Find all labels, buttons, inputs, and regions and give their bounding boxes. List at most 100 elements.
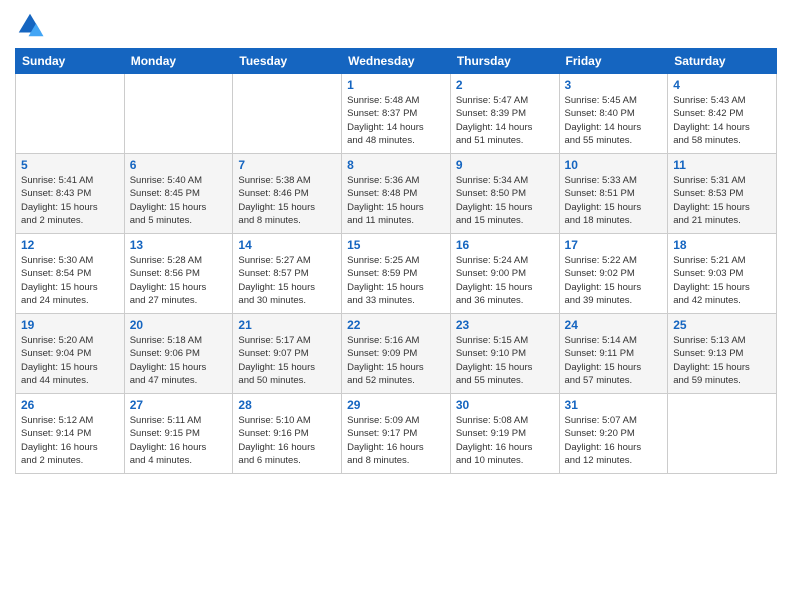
day-info: Sunrise: 5:07 AM Sunset: 9:20 PM Dayligh… [565,414,663,467]
logo-icon [15,10,45,40]
day-cell-5: 5 Sunrise: 5:41 AM Sunset: 8:43 PM Daylig… [16,154,125,234]
day-number: 22 [347,318,445,332]
day-info: Sunrise: 5:28 AM Sunset: 8:56 PM Dayligh… [130,254,228,307]
day-number: 7 [238,158,336,172]
day-cell-19: 19 Sunrise: 5:20 AM Sunset: 9:04 PM Dayli… [16,314,125,394]
day-number: 31 [565,398,663,412]
day-number: 19 [21,318,119,332]
empty-cell [233,74,342,154]
day-number: 20 [130,318,228,332]
day-cell-13: 13 Sunrise: 5:28 AM Sunset: 8:56 PM Dayli… [124,234,233,314]
day-cell-9: 9 Sunrise: 5:34 AM Sunset: 8:50 PM Daylig… [450,154,559,234]
header [15,10,777,40]
weekday-header-row: SundayMondayTuesdayWednesdayThursdayFrid… [16,49,777,74]
day-info: Sunrise: 5:24 AM Sunset: 9:00 PM Dayligh… [456,254,554,307]
day-info: Sunrise: 5:48 AM Sunset: 8:37 PM Dayligh… [347,94,445,147]
empty-cell [668,394,777,474]
weekday-header-wednesday: Wednesday [342,49,451,74]
day-cell-27: 27Sunrise: 5:11 AM Sunset: 9:15 PM Dayli… [124,394,233,474]
day-info: Sunrise: 5:30 AM Sunset: 8:54 PM Dayligh… [21,254,119,307]
day-cell-2: 2 Sunrise: 5:47 AM Sunset: 8:39 PM Daylig… [450,74,559,154]
day-number: 18 [673,238,771,252]
day-number: 26 [21,398,119,412]
day-number: 25 [673,318,771,332]
day-cell-17: 17 Sunrise: 5:22 AM Sunset: 9:02 PM Dayli… [559,234,668,314]
day-cell-16: 16 Sunrise: 5:24 AM Sunset: 9:00 PM Dayli… [450,234,559,314]
day-info: Sunrise: 5:12 AM Sunset: 9:14 PM Dayligh… [21,414,119,467]
day-info: Sunrise: 5:31 AM Sunset: 8:53 PM Dayligh… [673,174,771,227]
day-number: 24 [565,318,663,332]
day-cell-14: 14 Sunrise: 5:27 AM Sunset: 8:57 PM Dayli… [233,234,342,314]
day-number: 5 [21,158,119,172]
day-number: 3 [565,78,663,92]
page: SundayMondayTuesdayWednesdayThursdayFrid… [0,0,792,484]
day-cell-11: 11 Sunrise: 5:31 AM Sunset: 8:53 PM Dayli… [668,154,777,234]
day-number: 15 [347,238,445,252]
empty-cell [16,74,125,154]
day-info: Sunrise: 5:27 AM Sunset: 8:57 PM Dayligh… [238,254,336,307]
day-info: Sunrise: 5:33 AM Sunset: 8:51 PM Dayligh… [565,174,663,227]
day-info: Sunrise: 5:47 AM Sunset: 8:39 PM Dayligh… [456,94,554,147]
day-cell-24: 24Sunrise: 5:14 AM Sunset: 9:11 PM Dayli… [559,314,668,394]
day-info: Sunrise: 5:34 AM Sunset: 8:50 PM Dayligh… [456,174,554,227]
day-number: 2 [456,78,554,92]
logo [15,10,49,40]
day-cell-21: 21 Sunrise: 5:17 AM Sunset: 9:07 PM Dayli… [233,314,342,394]
day-number: 27 [130,398,228,412]
day-number: 29 [347,398,445,412]
day-cell-18: 18 Sunrise: 5:21 AM Sunset: 9:03 PM Dayli… [668,234,777,314]
day-cell-28: 28 Sunrise: 5:10 AM Sunset: 9:16 PM Dayli… [233,394,342,474]
day-number: 10 [565,158,663,172]
day-number: 14 [238,238,336,252]
day-cell-6: 6 Sunrise: 5:40 AM Sunset: 8:45 PM Daylig… [124,154,233,234]
day-number: 12 [21,238,119,252]
weekday-header-tuesday: Tuesday [233,49,342,74]
day-cell-4: 4Sunrise: 5:43 AM Sunset: 8:42 PM Daylig… [668,74,777,154]
day-cell-20: 20 Sunrise: 5:18 AM Sunset: 9:06 PM Dayli… [124,314,233,394]
day-cell-12: 12 Sunrise: 5:30 AM Sunset: 8:54 PM Dayli… [16,234,125,314]
day-info: Sunrise: 5:21 AM Sunset: 9:03 PM Dayligh… [673,254,771,307]
day-cell-25: 25 Sunrise: 5:13 AM Sunset: 9:13 PM Dayli… [668,314,777,394]
day-number: 8 [347,158,445,172]
weekday-header-monday: Monday [124,49,233,74]
day-cell-31: 31 Sunrise: 5:07 AM Sunset: 9:20 PM Dayli… [559,394,668,474]
day-info: Sunrise: 5:25 AM Sunset: 8:59 PM Dayligh… [347,254,445,307]
day-number: 16 [456,238,554,252]
day-cell-15: 15 Sunrise: 5:25 AM Sunset: 8:59 PM Dayli… [342,234,451,314]
day-info: Sunrise: 5:13 AM Sunset: 9:13 PM Dayligh… [673,334,771,387]
day-number: 13 [130,238,228,252]
day-info: Sunrise: 5:36 AM Sunset: 8:48 PM Dayligh… [347,174,445,227]
week-row-5: 26 Sunrise: 5:12 AM Sunset: 9:14 PM Dayli… [16,394,777,474]
day-info: Sunrise: 5:38 AM Sunset: 8:46 PM Dayligh… [238,174,336,227]
day-cell-7: 7 Sunrise: 5:38 AM Sunset: 8:46 PM Daylig… [233,154,342,234]
day-number: 9 [456,158,554,172]
day-number: 21 [238,318,336,332]
day-info: Sunrise: 5:41 AM Sunset: 8:43 PM Dayligh… [21,174,119,227]
day-number: 1 [347,78,445,92]
day-cell-26: 26 Sunrise: 5:12 AM Sunset: 9:14 PM Dayli… [16,394,125,474]
weekday-header-saturday: Saturday [668,49,777,74]
weekday-header-thursday: Thursday [450,49,559,74]
day-cell-8: 8 Sunrise: 5:36 AM Sunset: 8:48 PM Daylig… [342,154,451,234]
day-cell-23: 23Sunrise: 5:15 AM Sunset: 9:10 PM Dayli… [450,314,559,394]
day-number: 30 [456,398,554,412]
day-info: Sunrise: 5:18 AM Sunset: 9:06 PM Dayligh… [130,334,228,387]
day-number: 6 [130,158,228,172]
week-row-3: 12 Sunrise: 5:30 AM Sunset: 8:54 PM Dayli… [16,234,777,314]
weekday-header-sunday: Sunday [16,49,125,74]
day-number: 17 [565,238,663,252]
day-number: 11 [673,158,771,172]
day-info: Sunrise: 5:08 AM Sunset: 9:19 PM Dayligh… [456,414,554,467]
day-number: 28 [238,398,336,412]
day-info: Sunrise: 5:17 AM Sunset: 9:07 PM Dayligh… [238,334,336,387]
day-info: Sunrise: 5:22 AM Sunset: 9:02 PM Dayligh… [565,254,663,307]
day-cell-3: 3 Sunrise: 5:45 AM Sunset: 8:40 PM Daylig… [559,74,668,154]
weekday-header-friday: Friday [559,49,668,74]
day-info: Sunrise: 5:20 AM Sunset: 9:04 PM Dayligh… [21,334,119,387]
day-info: Sunrise: 5:45 AM Sunset: 8:40 PM Dayligh… [565,94,663,147]
day-info: Sunrise: 5:40 AM Sunset: 8:45 PM Dayligh… [130,174,228,227]
day-cell-30: 30 Sunrise: 5:08 AM Sunset: 9:19 PM Dayli… [450,394,559,474]
day-info: Sunrise: 5:10 AM Sunset: 9:16 PM Dayligh… [238,414,336,467]
week-row-4: 19 Sunrise: 5:20 AM Sunset: 9:04 PM Dayli… [16,314,777,394]
empty-cell [124,74,233,154]
